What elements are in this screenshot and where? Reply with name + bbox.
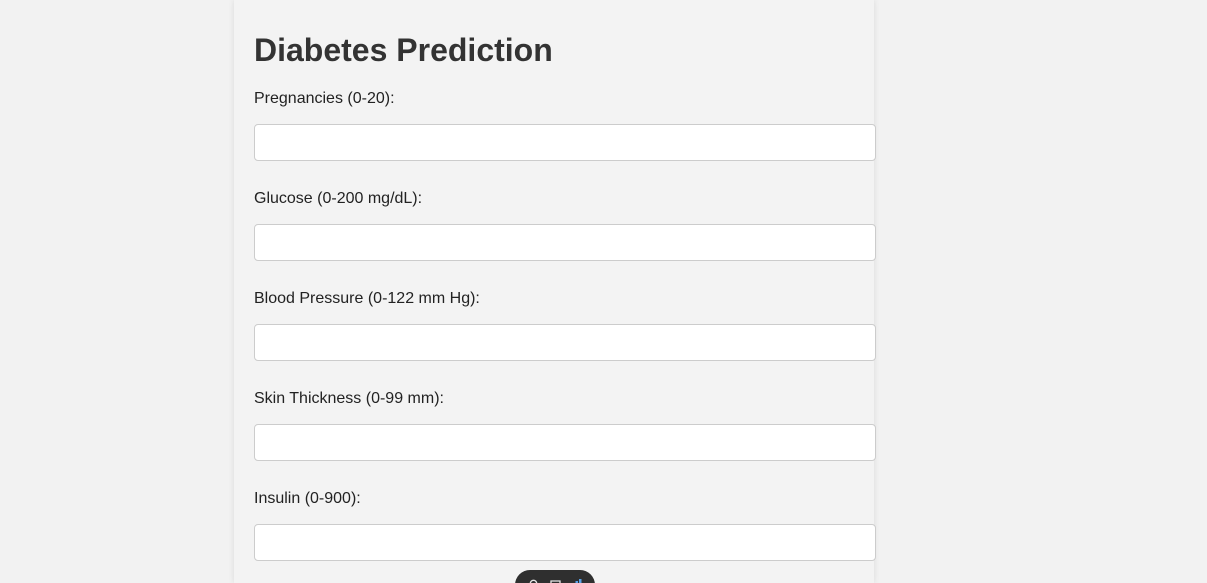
floating-toolbar[interactable] [515, 570, 595, 583]
glucose-label: Glucose (0-200 mg/dL): [254, 190, 423, 207]
skin-thickness-input[interactable] [254, 424, 876, 461]
page: Diabetes Prediction Pregnancies (0-20): … [0, 0, 1207, 583]
insulin-input[interactable] [254, 524, 876, 561]
prediction-form-card: Diabetes Prediction Pregnancies (0-20): … [234, 0, 876, 583]
page-title: Diabetes Prediction [254, 32, 553, 68]
chat-icon[interactable] [549, 577, 561, 583]
pregnancies-label: Pregnancies (0-20): [254, 90, 395, 107]
pregnancies-input[interactable] [254, 124, 876, 161]
glucose-input[interactable] [254, 224, 876, 261]
insulin-label: Insulin (0-900): [254, 490, 361, 507]
skin-thickness-label: Skin Thickness (0-99 mm): [254, 390, 444, 407]
chart-icon[interactable] [571, 577, 582, 583]
blood-pressure-input[interactable] [254, 324, 876, 361]
search-icon[interactable] [529, 577, 540, 583]
blood-pressure-label: Blood Pressure (0-122 mm Hg): [254, 290, 480, 307]
